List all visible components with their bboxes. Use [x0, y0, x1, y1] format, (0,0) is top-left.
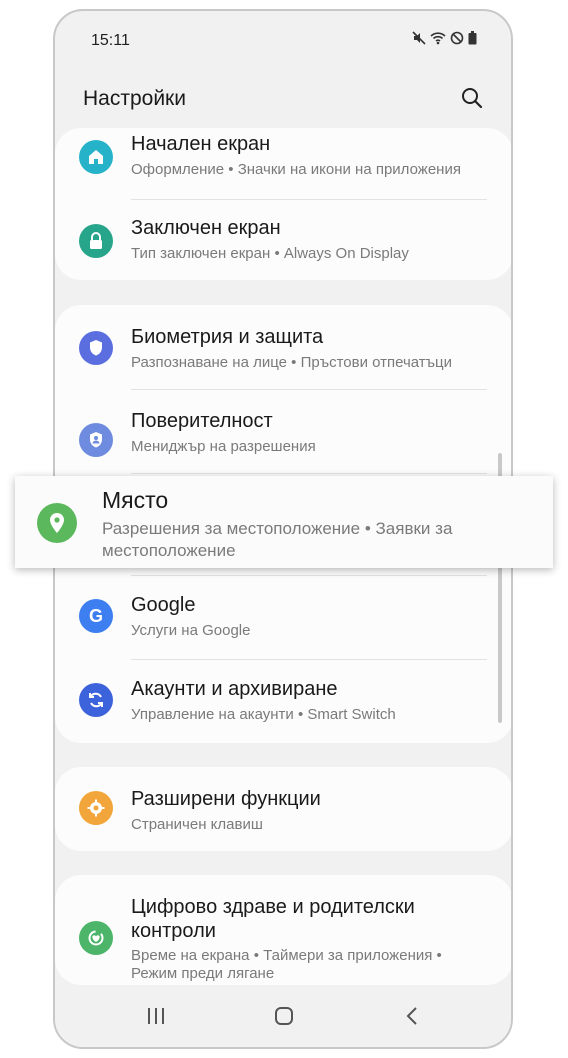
- google-icon: G: [79, 599, 113, 633]
- item-subtitle: Оформление • Значки на икони на приложен…: [131, 161, 461, 178]
- item-title: Разширени функции: [131, 788, 321, 810]
- divider: [131, 199, 487, 200]
- settings-item-google[interactable]: G Google Услуги на Google: [55, 575, 511, 659]
- privacy-icon: [79, 423, 113, 457]
- item-title: Биометрия и защита: [131, 326, 324, 348]
- item-title: Google: [131, 594, 196, 616]
- home-nav-icon: [275, 1007, 293, 1025]
- settings-item-advanced-features[interactable]: Разширени функции Страничен клавиш: [55, 767, 511, 851]
- item-title: Начален екран: [131, 133, 271, 155]
- recent-apps-button[interactable]: [141, 1001, 171, 1031]
- item-title: Заключен екран: [131, 217, 281, 239]
- location-pin-icon: [37, 503, 77, 543]
- back-button[interactable]: [397, 1001, 427, 1031]
- settings-card-wellbeing: Цифрово здраве и родителски контроли Вре…: [55, 875, 511, 985]
- mute-icon: [412, 31, 426, 45]
- home-button[interactable]: [269, 1001, 299, 1031]
- divider: [131, 473, 487, 474]
- highlighted-item-location[interactable]: Място Разрешения за местоположение • Зая…: [15, 476, 553, 568]
- status-time: 15:11: [91, 32, 130, 49]
- item-subtitle: Тип заключен екран • Always On Display: [131, 245, 409, 262]
- item-title: Цифрово здраве и родителски контроли: [131, 896, 415, 942]
- settings-item-digital-wellbeing[interactable]: Цифрово здраве и родителски контроли Вре…: [55, 875, 511, 985]
- item-title: Поверителност: [131, 410, 273, 432]
- page-title: Настройки: [83, 87, 186, 110]
- item-title: Акаунти и архивиране: [131, 678, 338, 700]
- search-button[interactable]: [457, 83, 487, 113]
- sync-icon: [79, 683, 113, 717]
- settings-item-privacy[interactable]: Поверителност Мениджър на разрешения: [55, 389, 511, 473]
- item-subtitle: Мениджър на разрешения: [131, 438, 316, 455]
- item-subtitle: Време на екрана • Таймери за приложения …: [131, 947, 442, 982]
- item-subtitle: Услуги на Google: [131, 622, 251, 639]
- settings-item-accounts-backup[interactable]: Акаунти и архивиране Управление на акаун…: [55, 659, 511, 743]
- settings-item-lock-screen[interactable]: Заключен екран Тип заключен екран • Alwa…: [55, 204, 511, 280]
- status-bar: 15:11: [55, 11, 511, 71]
- back-icon: [406, 1007, 417, 1025]
- settings-item-biometrics[interactable]: Биометрия и защита Разпознаване на лице …: [55, 305, 511, 389]
- navigation-bar: [55, 987, 511, 1047]
- item-subtitle: Разрешения за местоположение • Заявки за…: [102, 519, 453, 560]
- lock-icon: [79, 224, 113, 258]
- settings-item-home-screen[interactable]: Начален екран Оформление • Значки на ико…: [55, 128, 511, 204]
- search-icon: [462, 88, 483, 109]
- settings-card-display: Начален екран Оформление • Значки на ико…: [55, 128, 511, 280]
- shield-icon: [79, 331, 113, 365]
- status-icons: [412, 31, 477, 45]
- item-subtitle: Страничен клавиш: [131, 816, 263, 833]
- battery-icon: [468, 31, 477, 45]
- do-not-disturb-icon: [450, 31, 464, 45]
- settings-header: Настройки: [55, 71, 511, 125]
- gear-plus-icon: [79, 791, 113, 825]
- recent-apps-icon: [148, 1008, 164, 1024]
- item-title: Място: [102, 487, 169, 513]
- wellbeing-icon: [79, 921, 113, 955]
- settings-card-advanced: Разширени функции Страничен клавиш: [55, 767, 511, 851]
- home-icon: [79, 140, 113, 174]
- wifi-icon: [430, 31, 446, 45]
- item-subtitle: Разпознаване на лице • Пръстови отпечатъ…: [131, 354, 453, 371]
- item-subtitle: Управление на акаунти • Smart Switch: [131, 706, 396, 723]
